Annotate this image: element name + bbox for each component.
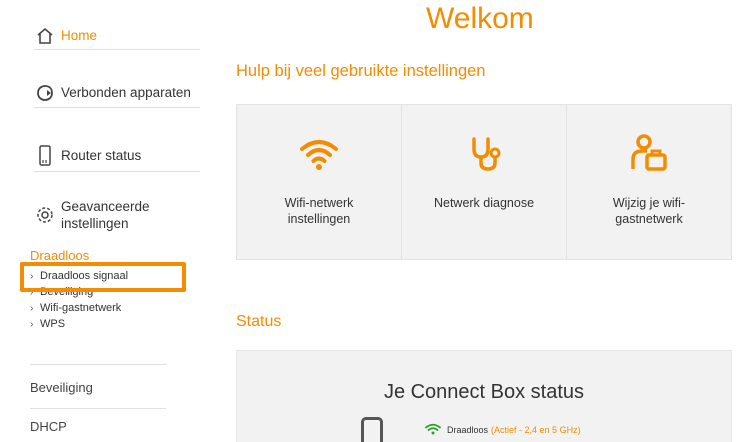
card-label-line1: Netwerk diagnose — [433, 196, 535, 210]
devices-icon — [34, 82, 56, 104]
card-label-line2: gastnetwerk — [615, 212, 683, 226]
submenu-item-label: WPS — [40, 318, 66, 330]
router-icon — [34, 144, 56, 167]
sidebar-item-dhcp[interactable]: DHCP — [30, 408, 166, 434]
sidebar-item-label: Home — [61, 28, 98, 43]
card-label-line2: instellingen — [287, 212, 351, 226]
stethoscope-icon — [464, 133, 504, 173]
sidebar-item-label: Verbonden apparaten — [61, 85, 191, 100]
chevron-right-icon: › — [30, 318, 34, 330]
help-section-title: Hulp bij veel gebruikte instellingen — [236, 62, 486, 80]
submenu-title-wireless[interactable]: Draadloos — [30, 248, 89, 263]
card-label-line1: Wifi-netwerk — [284, 196, 354, 210]
card-guest-network[interactable]: Wijzig je wifi- gastnetwerk — [567, 105, 731, 259]
chevron-right-icon: › — [30, 302, 34, 314]
wireless-status-label: Draadloos — [447, 425, 489, 435]
sidebar-item-connected-devices[interactable]: Verbonden apparaten — [34, 78, 200, 108]
status-panel: Je Connect Box status Draadloos (Actief … — [236, 350, 732, 442]
quick-settings-cards: Wifi-netwerk instellingen Netwerk diagno… — [236, 104, 732, 260]
card-label-line1: Wijzig je wifi- — [612, 196, 686, 210]
page-title: Welkom — [426, 2, 534, 35]
wifi-icon — [299, 133, 339, 173]
status-section-title: Status — [236, 313, 282, 330]
card-label: Wijzig je wifi- gastnetwerk — [577, 195, 721, 227]
sidebar-item-label: Router status — [61, 148, 142, 163]
wireless-status-row: Draadloos (Actief - 2,4 en 5 GHz) — [425, 423, 581, 437]
home-icon — [34, 25, 56, 47]
sidebar-item-security[interactable]: Beveiliging — [30, 364, 166, 395]
sidebar-item-home[interactable]: Home — [34, 22, 200, 50]
highlight-box — [20, 262, 186, 292]
advanced-label-line1: Geavanceerde — [61, 199, 150, 214]
submenu-item-guest-network[interactable]: › Wifi-gastnetwerk — [30, 300, 190, 316]
sidebar-item-advanced-settings[interactable]: Geavanceerde instellingen — [34, 194, 200, 236]
connect-box-icon — [361, 417, 383, 442]
card-network-diagnose[interactable]: Netwerk diagnose — [402, 105, 567, 259]
submenu-item-wps[interactable]: › WPS — [30, 316, 190, 332]
card-wifi-settings[interactable]: Wifi-netwerk instellingen — [237, 105, 402, 259]
card-label: Netwerk diagnose — [412, 195, 556, 211]
sidebar-item-router-status[interactable]: Router status — [34, 140, 200, 172]
submenu-item-label: Wifi-gastnetwerk — [40, 302, 122, 314]
guest-luggage-icon — [629, 133, 669, 173]
card-label: Wifi-netwerk instellingen — [247, 195, 391, 227]
gear-icon — [34, 204, 56, 226]
status-panel-heading: Je Connect Box status — [383, 381, 585, 403]
advanced-label-line2: instellingen — [61, 216, 129, 231]
sidebar-item-label: Geavanceerde instellingen — [61, 198, 150, 232]
wireless-status-value: (Actief - 2,4 en 5 GHz) — [491, 425, 581, 435]
wifi-icon — [425, 423, 441, 437]
